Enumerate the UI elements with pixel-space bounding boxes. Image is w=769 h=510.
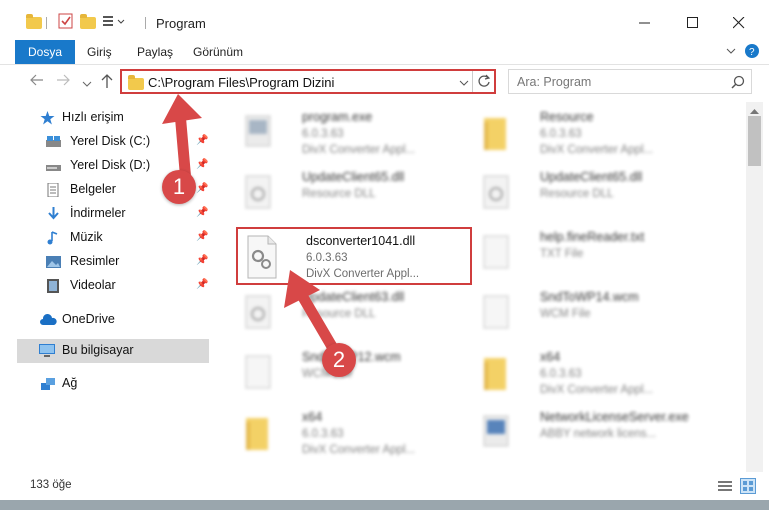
annotation-badge-1: 1	[162, 170, 196, 204]
arrow-1-icon	[162, 94, 202, 188]
arrow-2-icon	[284, 270, 340, 356]
annotation-badge-2: 2	[322, 343, 356, 377]
annotation-overlay	[162, 94, 340, 356]
